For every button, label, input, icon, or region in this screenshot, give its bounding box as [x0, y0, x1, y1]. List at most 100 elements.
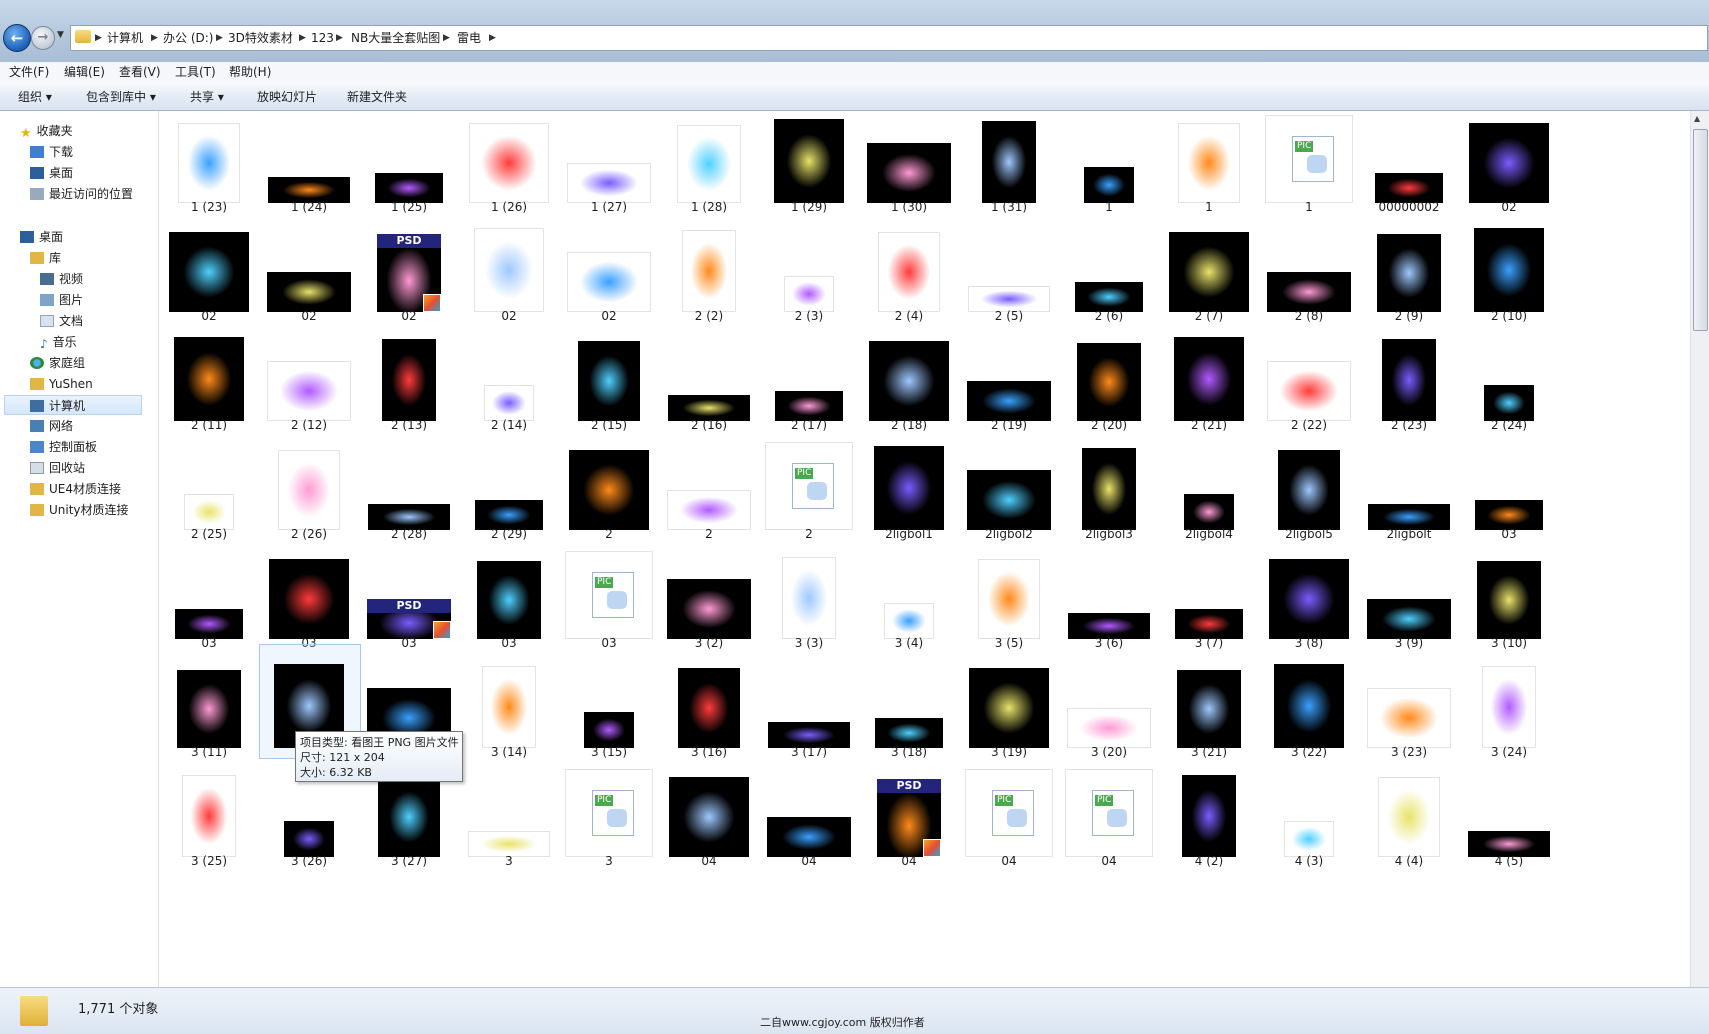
file-item[interactable]: PIC 3: [559, 759, 659, 878]
breadcrumb-chevron-icon[interactable]: ▶: [216, 29, 223, 47]
back-button[interactable]: ←: [3, 24, 31, 52]
recent-pages-dropdown-icon[interactable]: ▼: [57, 30, 64, 40]
nav-homegroup[interactable]: 家庭组: [30, 353, 85, 373]
nav-unity-link[interactable]: Unity材质连接: [30, 500, 129, 520]
file-item[interactable]: 04: [759, 759, 859, 878]
nav-control-panel[interactable]: 控制面板: [30, 437, 97, 457]
file-item[interactable]: 1 (26): [459, 111, 559, 224]
breadcrumb-chevron-icon[interactable]: ▶: [95, 29, 102, 47]
file-item[interactable]: 02: [259, 214, 359, 333]
file-item[interactable]: 3 (16): [659, 650, 759, 769]
file-item[interactable]: 2 (16): [659, 323, 759, 442]
nav-user-folder[interactable]: YuShen: [30, 374, 93, 394]
file-item[interactable]: 03: [459, 541, 559, 660]
forward-button[interactable]: →: [31, 26, 55, 50]
file-item[interactable]: 2 (8): [1259, 214, 1359, 333]
file-item[interactable]: 3 (20): [1059, 650, 1159, 769]
nav-ue4-link[interactable]: UE4材质连接: [30, 479, 121, 499]
breadcrumb-chevron-icon[interactable]: ▶: [443, 29, 450, 47]
file-item[interactable]: 3 (10): [1459, 541, 1559, 660]
file-item[interactable]: 2ligbol5: [1259, 432, 1359, 551]
file-item[interactable]: 1 (25): [359, 111, 459, 224]
file-item[interactable]: 3 (9): [1359, 541, 1459, 660]
file-list-view[interactable]: 1 (23) 1 (24) 1 (25) 1 (26) 1 (27) 1 (28) 1 (2…: [159, 111, 1690, 987]
file-item[interactable]: 2 (10): [1459, 214, 1559, 333]
file-item[interactable]: 2 (18): [859, 323, 959, 442]
file-item[interactable]: 1 (30): [859, 111, 959, 224]
vertical-scrollbar[interactable]: ▲: [1690, 111, 1709, 987]
file-item[interactable]: 1: [1059, 111, 1159, 224]
slideshow-button[interactable]: 放映幻灯片: [257, 89, 317, 105]
file-item[interactable]: 2 (6): [1059, 214, 1159, 333]
new-folder-button[interactable]: 新建文件夹: [347, 89, 407, 105]
menu-file[interactable]: 文件(F): [9, 64, 49, 81]
file-item[interactable]: 3 (17): [759, 650, 859, 769]
scroll-up-icon[interactable]: ▲: [1694, 114, 1700, 123]
file-item[interactable]: PSD 04: [859, 759, 959, 878]
file-item[interactable]: 3 (4): [859, 541, 959, 660]
file-item[interactable]: 3 (5): [959, 541, 1059, 660]
file-item[interactable]: 2 (12): [259, 323, 359, 442]
file-item[interactable]: 1 (31): [959, 111, 1059, 224]
file-item[interactable]: 2 (25): [159, 432, 259, 551]
file-item[interactable]: 3 (3): [759, 541, 859, 660]
nav-desktop-fav[interactable]: 桌面: [30, 163, 73, 183]
file-item[interactable]: 3 (18): [859, 650, 959, 769]
menu-help[interactable]: 帮助(H): [229, 64, 271, 81]
file-item[interactable]: 3 (22): [1259, 650, 1359, 769]
file-item[interactable]: 3: [459, 759, 559, 878]
menu-tools[interactable]: 工具(T): [175, 64, 216, 81]
nav-videos[interactable]: 视频: [40, 269, 83, 289]
file-item[interactable]: 3 (19): [959, 650, 1059, 769]
file-item[interactable]: 2 (4): [859, 214, 959, 333]
file-item[interactable]: PIC 04: [1059, 759, 1159, 878]
file-item[interactable]: 04: [659, 759, 759, 878]
file-item[interactable]: 2 (5): [959, 214, 1059, 333]
breadcrumb-chevron-icon[interactable]: ▶: [299, 29, 306, 47]
file-item[interactable]: 4 (2): [1159, 759, 1259, 878]
breadcrumb-drive[interactable]: 办公 (D:): [163, 29, 213, 47]
file-item[interactable]: 2 (15): [559, 323, 659, 442]
file-item[interactable]: 2 (2): [659, 214, 759, 333]
file-item[interactable]: 2ligbol4: [1159, 432, 1259, 551]
file-item[interactable]: 2 (14): [459, 323, 559, 442]
file-item[interactable]: 2ligbolt: [1359, 432, 1459, 551]
file-item[interactable]: 3 (15): [559, 650, 659, 769]
file-item[interactable]: 4 (5): [1459, 759, 1559, 878]
file-item[interactable]: 03: [1459, 432, 1559, 551]
file-item[interactable]: PIC 1: [1259, 111, 1359, 224]
file-item[interactable]: 3 (14): [459, 650, 559, 769]
file-item[interactable]: 2 (23): [1359, 323, 1459, 442]
file-item[interactable]: 03: [259, 541, 359, 660]
file-item[interactable]: PIC 03: [559, 541, 659, 660]
breadcrumb-folder-123[interactable]: 123: [311, 29, 334, 47]
file-item[interactable]: 02: [559, 214, 659, 333]
file-item[interactable]: 2 (11): [159, 323, 259, 442]
organize-button[interactable]: 组织 ▾: [18, 89, 52, 105]
breadcrumb-chevron-icon[interactable]: ▶: [336, 29, 343, 47]
nav-favorites[interactable]: ★ 收藏夹: [20, 121, 73, 141]
file-item[interactable]: 2 (29): [459, 432, 559, 551]
file-item[interactable]: 3 (6): [1059, 541, 1159, 660]
file-item[interactable]: 2 (3): [759, 214, 859, 333]
file-item[interactable]: 1 (27): [559, 111, 659, 224]
file-item[interactable]: 3 (7): [1159, 541, 1259, 660]
file-item[interactable]: 2 (19): [959, 323, 1059, 442]
file-item[interactable]: 2 (13): [359, 323, 459, 442]
file-item[interactable]: 2 (7): [1159, 214, 1259, 333]
file-item[interactable]: 00000002: [1359, 111, 1459, 224]
file-item[interactable]: 3 (21): [1159, 650, 1259, 769]
nav-recycle-bin[interactable]: 回收站: [30, 458, 85, 478]
file-item[interactable]: 1 (24): [259, 111, 359, 224]
nav-downloads[interactable]: 下载: [30, 142, 73, 162]
menu-view[interactable]: 查看(V): [119, 64, 161, 81]
file-item[interactable]: 2 (28): [359, 432, 459, 551]
scrollbar-thumb[interactable]: [1693, 129, 1708, 331]
nav-music[interactable]: ♪ 音乐: [40, 332, 77, 352]
nav-computer[interactable]: 计算机: [4, 395, 142, 415]
file-item[interactable]: 1 (28): [659, 111, 759, 224]
breadcrumb-chevron-icon[interactable]: ▶: [489, 29, 496, 47]
file-item[interactable]: 2 (17): [759, 323, 859, 442]
file-item[interactable]: 02: [1459, 111, 1559, 224]
file-item[interactable]: 03: [159, 541, 259, 660]
